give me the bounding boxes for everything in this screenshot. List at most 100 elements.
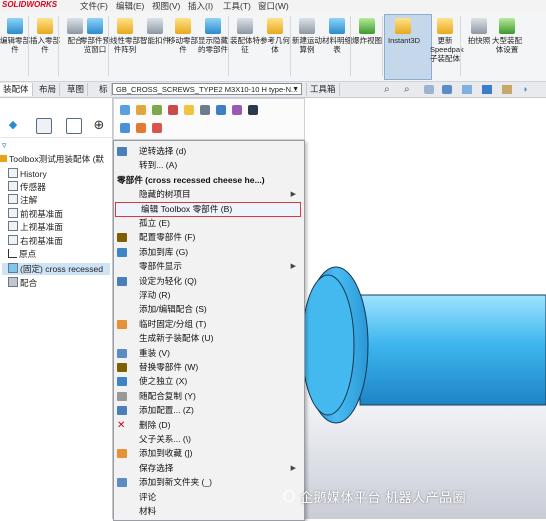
context-menu-item[interactable]: 零部件显示 ▶ [114,260,302,273]
display-style-icon[interactable] [482,85,492,94]
previous-view-icon[interactable] [424,85,434,94]
tab-layout[interactable]: 布局 [36,83,61,96]
tab-assembly[interactable]: 装配体 [0,83,33,96]
context-menu-item[interactable]: 设定为轻化 (Q) [114,275,302,288]
filter-icon[interactable]: ▿ [2,140,7,151]
speedpak-icon [437,18,453,34]
menu-window[interactable]: 窗口(W) [258,0,289,12]
ribbon-button-speedpak[interactable]: 更新Speedpak子装配体 [430,18,464,63]
tree-item-right-plane[interactable]: 右视基准面 [2,235,63,247]
context-menu-item[interactable]: 临时固定/分组 (T) [114,318,302,331]
menu-insert[interactable]: 插入(I) [188,0,213,12]
sketch-icon[interactable] [120,105,130,115]
context-menu-item[interactable]: 添加配置... (Z) [114,404,302,417]
context-menu-item[interactable]: 父子关系... (\) [114,433,302,446]
menu-file[interactable]: 文件(F) [80,0,108,12]
context-menu-item[interactable]: ✕ 删除 (D) [114,419,302,432]
isolate-icon[interactable] [200,105,210,115]
appearance-icon[interactable] [184,105,194,115]
context-menu-item[interactable]: 添加到收藏 (]) [114,447,302,460]
tab-markup[interactable]: 标 [96,83,112,96]
tree-item-part[interactable]: (固定) cross recessed [2,263,110,275]
context-menu-item[interactable]: 重装 (V) [114,347,302,360]
context-menu-item[interactable]: 替换零部件 (W) [114,361,302,374]
ribbon-button-snapshot[interactable]: 拍快照 [464,18,494,45]
tree-item-annotations[interactable]: 注解 [2,194,37,206]
tree-item-label: 传感器 [20,182,46,192]
ribbon-button-edit-component[interactable]: 编辑零部件 [0,18,30,54]
edit-toolbox-part-menu-item[interactable]: 编辑 Toolbox 零部件 (B) [115,201,301,217]
view-orientation-icon[interactable] [462,85,472,94]
component-dropdown[interactable]: GB_CROSS_SCREWS_TYPE2 M3X10-10 H type-N.… [112,83,302,95]
context-menu-item[interactable]: 添加到新文件夹 (_) [114,476,302,489]
property-manager-tab-icon[interactable] [36,118,52,134]
appearance-icon[interactable]: ◑ [522,84,527,94]
ribbon-button-instant3d[interactable]: Instant3D [388,18,420,45]
context-menu-item[interactable]: 隐藏的树项目 ▶ [114,188,302,201]
context-menu-item[interactable]: 浮动 (R) [114,289,302,302]
bolt-model[interactable] [290,255,546,437]
hide-show-items-icon[interactable] [502,85,512,94]
ribbon-button-assembly-features[interactable]: 装配体特征 [230,18,260,54]
tree-item-origin[interactable]: 原点 [2,249,36,260]
tab-toolbox[interactable]: 工具箱 [306,83,340,96]
context-menu-item[interactable]: 评论 [114,491,302,504]
context-menu-item[interactable]: 生成新子装配体 (U) [114,332,302,345]
context-menu-item[interactable]: 随配合复制 (Y) [114,390,302,403]
tab-sketch[interactable]: 草图 [64,83,89,96]
context-menu-item[interactable]: 保存选择 ▶ [114,462,302,475]
context-menu-item[interactable]: 孤立 (E) [114,217,302,230]
ribbon-button-insert-component[interactable]: 插入零部件 [30,18,60,54]
display-icon[interactable] [248,105,258,115]
context-menu-item[interactable]: 添加到库 (G) [114,246,302,259]
context-menu-item[interactable]: 转到... (A) [114,159,302,172]
toolbox-icon[interactable] [168,105,178,115]
zoom-selection-icon[interactable] [120,123,130,133]
context-menu-item[interactable]: 使之独立 (X) [114,375,302,388]
context-menu-item[interactable]: 配置零部件 (F) [114,231,302,244]
ribbon-separator [460,16,461,76]
configuration-manager-tab-icon[interactable] [66,118,82,134]
edit-part-icon[interactable] [216,105,226,115]
tree-item-mates[interactable]: 配合 [2,277,37,289]
context-menu-item[interactable]: 添加/编辑配合 (S) [114,303,302,316]
ribbon-button-reference-geometry[interactable]: 参考几何体 [260,18,290,54]
feature-manager-tab-icon[interactable]: ◆ [6,118,20,132]
ribbon-button-motion-study[interactable]: 新建运动算例 [292,18,322,54]
zoom-area-icon[interactable]: ⌕ [404,84,410,95]
menu-item-label: 父子关系... (\) [139,434,192,444]
dimxpert-tab-icon[interactable]: ⊕ [92,118,106,132]
tree-item-front-plane[interactable]: 前视基准面 [2,208,63,220]
context-menu-item[interactable]: 材料 [114,505,302,518]
mate-icon[interactable] [152,105,162,115]
context-menu-item[interactable]: 逆转选择 (d) [114,145,302,158]
menu-edit[interactable]: 编辑(E) [116,0,144,12]
menu-tools[interactable]: 工具(T) [223,0,251,12]
tree-item-top-plane[interactable]: 上视基准面 [2,221,63,233]
view-icon[interactable] [136,123,146,133]
ribbon-button-move-component[interactable]: 移动零部件 [168,18,198,54]
tree-item-history[interactable]: History [2,168,47,180]
menu-item-label: 转到... (A) [139,160,178,171]
ribbon-button-label: 大型装配体设置 [492,36,522,54]
section-view-icon[interactable] [442,85,452,94]
move-component-icon [175,18,191,34]
ribbon-button-smart-fasteners[interactable]: 智能扣件 [140,18,170,45]
tree-root[interactable]: Toolbox测试用装配体 (默 [0,154,104,165]
hide-show-icon[interactable] [136,105,146,115]
ribbon-button-label: 零部件预览窗口 [80,36,110,54]
ribbon-button-exploded-view[interactable]: 爆炸视图 [352,18,382,45]
plane-icon [8,221,18,231]
annotation-icon [8,194,18,204]
tree-item-sensors[interactable]: 传感器 [2,181,46,193]
ribbon-button-linear-pattern[interactable]: 线性零部件阵列 [110,18,140,54]
menu-view[interactable]: 视图(V) [152,0,180,12]
ribbon-button-component-preview[interactable]: 零部件预览窗口 [80,18,110,54]
ribbon-button-show-hidden[interactable]: 显示隐藏的零部件 [198,18,228,54]
color-icon[interactable] [152,123,162,133]
ribbon-button-large-assembly[interactable]: 大型装配体设置 [492,18,522,54]
zoom-to-fit-icon[interactable]: ⌕ [384,84,390,95]
ribbon-button-bom[interactable]: 材料明细表 [322,18,352,54]
open-part-icon[interactable] [232,105,242,115]
component-preview-icon [87,18,103,34]
